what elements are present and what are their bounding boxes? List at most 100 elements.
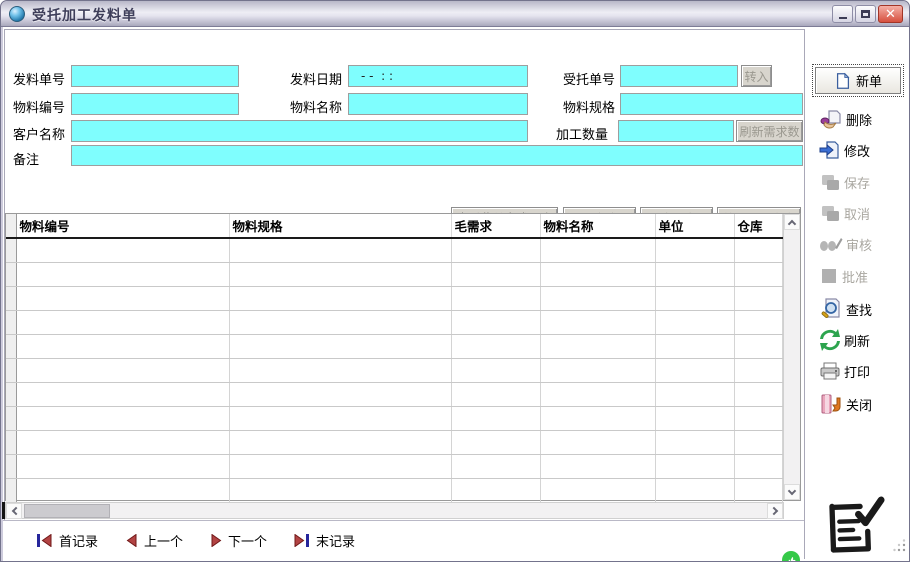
table-cell[interactable] [451, 454, 540, 478]
table-row[interactable] [6, 454, 783, 478]
table-cell[interactable] [229, 454, 451, 478]
table-row[interactable] [6, 430, 783, 454]
col-gross-demand[interactable]: 毛需求 [451, 214, 540, 238]
col-material-name[interactable]: 物料名称 [540, 214, 655, 238]
close-form-button[interactable]: 关闭 [819, 392, 872, 416]
table-cell[interactable] [734, 382, 783, 406]
table-cell[interactable] [540, 310, 655, 334]
find-button[interactable]: 查找 [819, 297, 872, 321]
table-row[interactable] [6, 262, 783, 286]
scroll-up-button[interactable] [784, 214, 800, 230]
table-cell[interactable] [229, 478, 451, 502]
consign-no-input[interactable] [620, 65, 738, 87]
table-cell[interactable] [734, 238, 783, 262]
table-row[interactable] [6, 334, 783, 358]
table-cell[interactable] [655, 286, 734, 310]
horizontal-scrollbar[interactable] [5, 502, 784, 519]
process-qty-input[interactable] [618, 120, 734, 142]
col-warehouse[interactable]: 仓库 [734, 214, 783, 238]
table-cell[interactable] [734, 478, 783, 502]
table-cell[interactable] [451, 334, 540, 358]
next-record-button[interactable]: 下一个 [210, 531, 267, 550]
last-record-button[interactable]: 末记录 [293, 531, 355, 550]
table-cell[interactable] [734, 334, 783, 358]
table-cell[interactable] [451, 478, 540, 502]
issue-date-input[interactable] [348, 65, 528, 87]
table-cell[interactable] [734, 430, 783, 454]
table-cell[interactable] [540, 382, 655, 406]
table-cell[interactable] [655, 334, 734, 358]
refresh-button[interactable]: 刷新 [819, 329, 870, 351]
col-material-no[interactable]: 物料编号 [16, 214, 229, 238]
table-cell[interactable] [540, 334, 655, 358]
print-button[interactable]: 打印 [819, 360, 870, 382]
table-cell[interactable] [655, 238, 734, 262]
material-no-input[interactable] [71, 93, 239, 115]
table-cell[interactable] [734, 310, 783, 334]
table-row[interactable] [6, 478, 783, 502]
modify-button[interactable]: 修改 [819, 139, 870, 161]
table-cell[interactable] [229, 382, 451, 406]
table-cell[interactable] [16, 454, 229, 478]
table-row[interactable] [6, 286, 783, 310]
table-cell[interactable] [16, 262, 229, 286]
issue-no-input[interactable] [71, 65, 239, 87]
table-cell[interactable] [229, 334, 451, 358]
col-unit[interactable]: 单位 [655, 214, 734, 238]
table-row[interactable] [6, 358, 783, 382]
table-cell[interactable] [655, 382, 734, 406]
vertical-scrollbar[interactable] [783, 214, 800, 500]
scroll-left-button[interactable] [6, 503, 22, 519]
table-cell[interactable] [16, 238, 229, 262]
table-cell[interactable] [16, 430, 229, 454]
table-cell[interactable] [16, 382, 229, 406]
first-record-button[interactable]: 首记录 [36, 531, 98, 550]
table-cell[interactable] [655, 454, 734, 478]
table-cell[interactable] [451, 382, 540, 406]
table-cell[interactable] [540, 454, 655, 478]
table-row[interactable] [6, 238, 783, 262]
close-button[interactable]: ✕ [878, 5, 903, 23]
table-cell[interactable] [734, 358, 783, 382]
material-name-input[interactable] [348, 93, 528, 115]
table-cell[interactable] [655, 406, 734, 430]
table-cell[interactable] [540, 238, 655, 262]
remark-input[interactable] [71, 145, 803, 166]
resize-grip[interactable] [893, 538, 907, 557]
prev-record-button[interactable]: 上一个 [126, 531, 183, 550]
table-cell[interactable] [229, 286, 451, 310]
table-cell[interactable] [229, 238, 451, 262]
scroll-right-button[interactable] [767, 503, 783, 519]
table-cell[interactable] [229, 406, 451, 430]
table-cell[interactable] [229, 358, 451, 382]
title-bar[interactable]: 受托加工发料单 ✕ [1, 1, 909, 27]
table-cell[interactable] [16, 358, 229, 382]
table-row[interactable] [6, 406, 783, 430]
table-cell[interactable] [540, 262, 655, 286]
table-cell[interactable] [540, 358, 655, 382]
maximize-button[interactable] [855, 5, 876, 23]
table-cell[interactable] [16, 406, 229, 430]
table-cell[interactable] [655, 430, 734, 454]
scroll-down-button[interactable] [784, 484, 800, 500]
table-cell[interactable] [540, 478, 655, 502]
table-cell[interactable] [734, 406, 783, 430]
table-row[interactable] [6, 310, 783, 334]
delete-button[interactable]: 删除 [819, 107, 872, 131]
table-cell[interactable] [655, 310, 734, 334]
table-cell[interactable] [734, 262, 783, 286]
col-material-spec[interactable]: 物料规格 [229, 214, 451, 238]
table-cell[interactable] [734, 454, 783, 478]
table-cell[interactable] [655, 358, 734, 382]
table-cell[interactable] [229, 430, 451, 454]
table-cell[interactable] [451, 406, 540, 430]
new-order-button[interactable]: 新单 [815, 67, 901, 94]
table-cell[interactable] [451, 262, 540, 286]
table-cell[interactable] [451, 238, 540, 262]
table-cell[interactable] [451, 430, 540, 454]
table-cell[interactable] [16, 286, 229, 310]
table-cell[interactable] [451, 286, 540, 310]
table-cell[interactable] [229, 310, 451, 334]
minimize-button[interactable] [832, 5, 853, 23]
table-cell[interactable] [540, 406, 655, 430]
